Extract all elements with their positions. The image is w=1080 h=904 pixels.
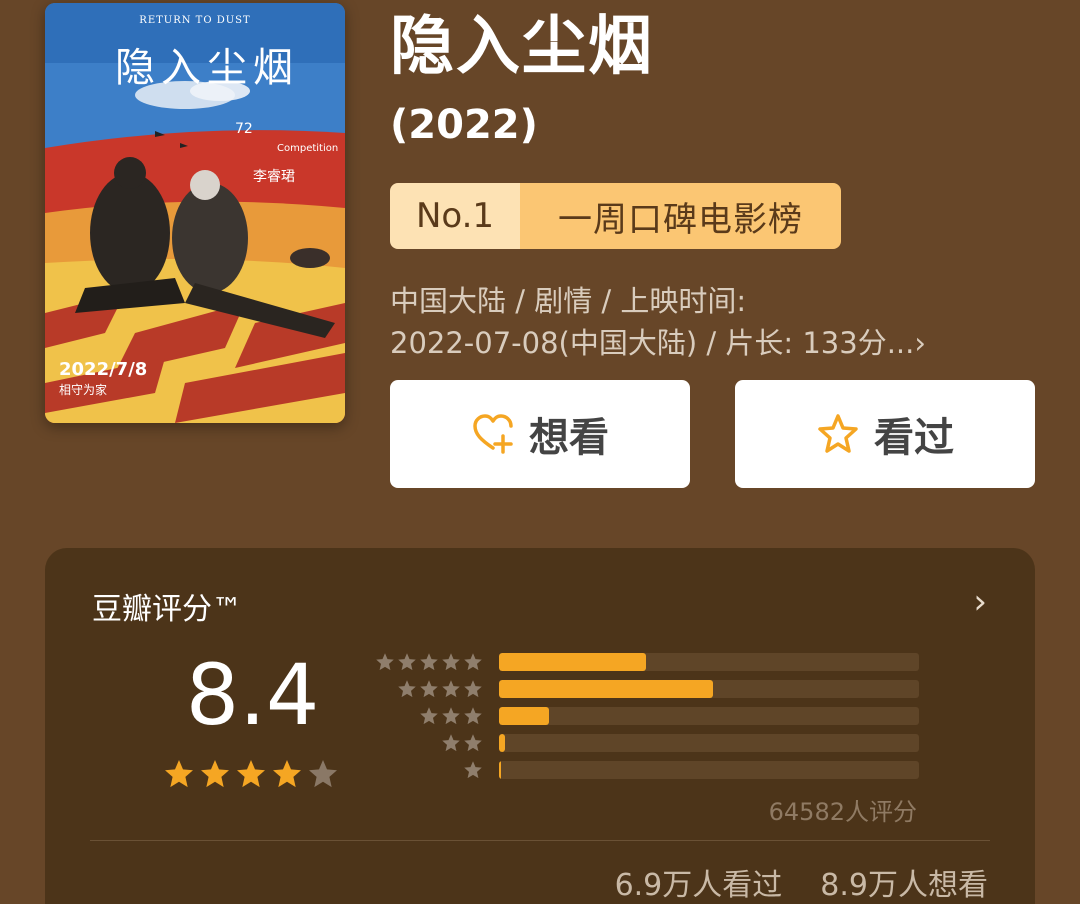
meta-line-1: 中国大陆 / 剧情 / 上映时间: (390, 284, 747, 318)
small-star-icon (463, 679, 483, 699)
small-star-icon (397, 679, 417, 699)
poster-festival-number: 72 (235, 121, 253, 137)
movie-title: 隐入尘烟 (390, 10, 654, 84)
small-star-icon (375, 652, 395, 672)
seen-count: 6.9万人看过 (614, 868, 783, 903)
rating-star-icon (271, 758, 303, 794)
want-to-watch-label: 想看 (529, 415, 609, 461)
distribution-stars (375, 652, 499, 672)
small-star-icon (441, 679, 461, 699)
distribution-bar (499, 679, 919, 698)
rating-card[interactable]: 豆瓣评分™ › 8.4 64582人评分 6.9万人看过 8.9万人想看 (45, 548, 1035, 904)
distribution-bar-fill (499, 733, 506, 752)
rating-star-icon (235, 758, 267, 794)
watched-button[interactable]: 看过 (735, 380, 1035, 488)
distribution-bar-fill (499, 679, 714, 698)
divider (90, 840, 990, 841)
meta-line-2: 2022-07-08(中国大陆) / 片长: 133分... (390, 326, 915, 360)
small-star-icon (441, 733, 461, 753)
rating-star-icon (307, 758, 339, 794)
small-star-icon (419, 652, 439, 672)
distribution-bar (499, 706, 919, 725)
rating-title: 豆瓣评分™ (92, 592, 242, 627)
small-star-icon (463, 733, 483, 753)
poster-english-title: RETURN TO DUST (139, 15, 251, 26)
small-star-icon (441, 706, 461, 726)
distribution-stars (375, 706, 499, 726)
watched-label: 看过 (874, 415, 954, 461)
heart-plus-icon (471, 412, 515, 456)
poster-festival-label: Competition (277, 143, 339, 154)
distribution-bar-fill (499, 652, 646, 671)
want-count: 8.9万人想看 (820, 868, 988, 903)
small-star-icon (419, 706, 439, 726)
distribution-row (375, 729, 935, 756)
small-star-icon (463, 652, 483, 672)
distribution-row (375, 648, 935, 675)
small-star-icon (441, 652, 461, 672)
distribution-row (375, 675, 935, 702)
poster-director: 李睿珺 (253, 169, 295, 185)
want-to-watch-button[interactable]: 想看 (390, 380, 690, 488)
rating-votes: 64582人评分 (768, 798, 917, 826)
ranking-badge[interactable]: No.1 一周口碑电影榜 (390, 183, 841, 249)
distribution-bar (499, 652, 919, 671)
chevron-right-icon[interactable]: › (973, 582, 987, 622)
rating-stars (163, 758, 339, 794)
small-star-icon (463, 706, 483, 726)
movie-year: (2022) (390, 102, 538, 148)
rating-star-icon (199, 758, 231, 794)
chevron-right-icon[interactable]: › (914, 326, 926, 360)
star-outline-icon (816, 412, 860, 456)
distribution-bar-fill (499, 706, 550, 725)
small-star-icon (419, 679, 439, 699)
distribution-stars (375, 760, 499, 780)
small-star-icon (397, 652, 417, 672)
rating-footer: 6.9万人看过 8.9万人想看 (615, 860, 988, 904)
distribution-row (375, 756, 935, 783)
movie-poster[interactable]: RETURN TO DUST 隐入尘烟 72 Competition 李睿珺 2… (45, 3, 345, 423)
poster-tagline: 相守为家 (59, 383, 108, 397)
distribution-stars (375, 679, 499, 699)
small-star-icon (463, 760, 483, 780)
distribution-bar-fill (499, 760, 502, 779)
distribution-bar (499, 733, 919, 752)
distribution-row (375, 702, 935, 729)
rating-distribution (375, 648, 935, 783)
rank-number: No.1 (390, 183, 520, 249)
distribution-bar (499, 760, 919, 779)
poster-date: 2022/7/8 (59, 359, 148, 380)
movie-meta[interactable]: 中国大陆 / 剧情 / 上映时间: 2022-07-08(中国大陆) / 片长:… (390, 280, 1010, 364)
rank-list-name: 一周口碑电影榜 (520, 183, 841, 249)
distribution-stars (375, 733, 499, 753)
rating-star-icon (163, 758, 195, 794)
poster-chinese-title: 隐入尘烟 (115, 45, 299, 91)
